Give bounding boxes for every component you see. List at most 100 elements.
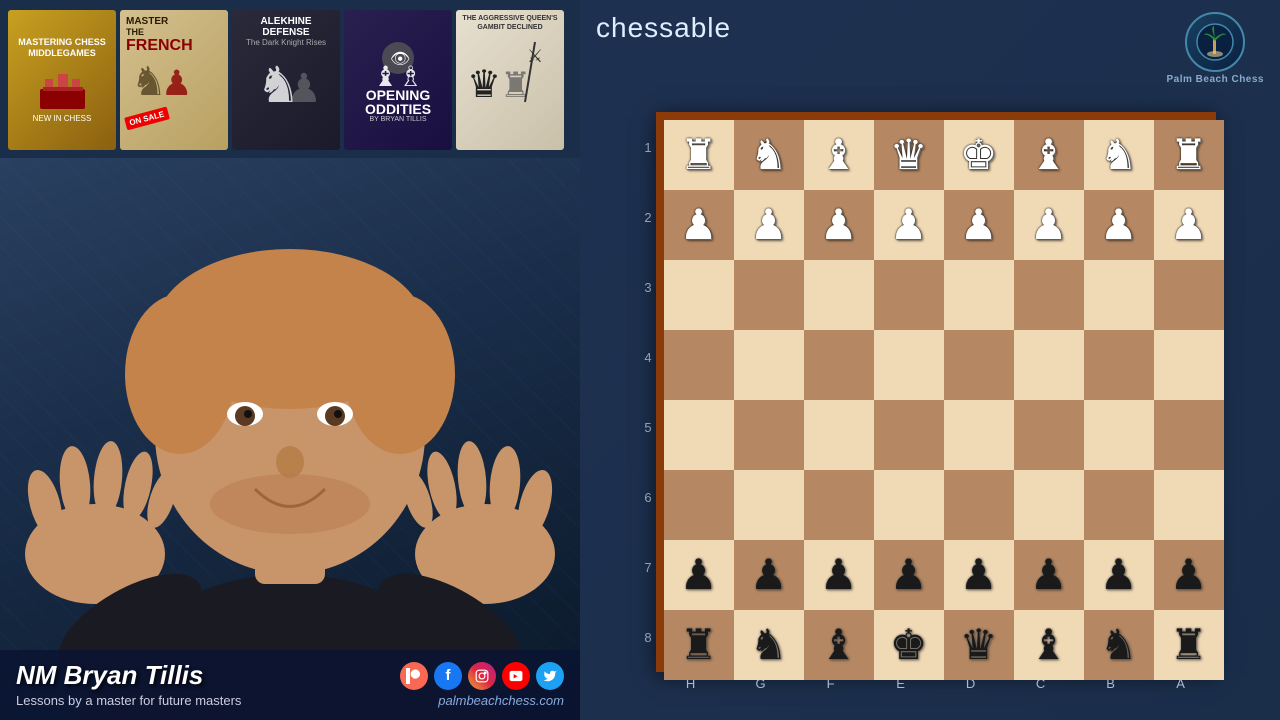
square-r5c8[interactable]: [1154, 400, 1224, 470]
twitter-icon[interactable]: [536, 662, 564, 690]
palm-beach-logo: Palm Beach Chess: [1167, 12, 1265, 85]
square-r5c3[interactable]: [804, 400, 874, 470]
patreon-icon[interactable]: [400, 662, 428, 690]
square-r4c3[interactable]: [804, 330, 874, 400]
square-r3c8[interactable]: [1154, 260, 1224, 330]
square-r6c5[interactable]: [944, 470, 1014, 540]
square-r7c4[interactable]: ♟: [874, 540, 944, 610]
palm-beach-circle: [1185, 12, 1245, 72]
square-r6c2[interactable]: [734, 470, 804, 540]
square-r4c5[interactable]: [944, 330, 1014, 400]
square-r1c7[interactable]: ♞: [1084, 120, 1154, 190]
square-r1c1[interactable]: ♜: [664, 120, 734, 190]
piece-r2c1: ♟: [680, 204, 718, 246]
palm-beach-text: Palm Beach Chess: [1167, 74, 1265, 85]
book-thumb-2[interactable]: MASTER THE FRENCH ♞ ♟ ON SALE: [120, 10, 228, 150]
square-r3c4[interactable]: [874, 260, 944, 330]
square-r3c3[interactable]: [804, 260, 874, 330]
square-r4c6[interactable]: [1014, 330, 1084, 400]
rank-label-4: 4: [644, 322, 651, 392]
palm-tree-icon: [1196, 23, 1234, 61]
square-r5c6[interactable]: [1014, 400, 1084, 470]
square-r6c8[interactable]: [1154, 470, 1224, 540]
square-r7c2[interactable]: ♟: [734, 540, 804, 610]
square-r3c1[interactable]: [664, 260, 734, 330]
square-r5c2[interactable]: [734, 400, 804, 470]
square-r2c1[interactable]: ♟: [664, 190, 734, 260]
square-r6c6[interactable]: [1014, 470, 1084, 540]
square-r2c7[interactable]: ♟: [1084, 190, 1154, 260]
book3-title: ALEKHINE DEFENSE: [238, 16, 334, 38]
lower-third-row1: NM Bryan Tillis f: [16, 660, 564, 691]
book2-the: THE: [126, 27, 144, 37]
square-r6c1[interactable]: [664, 470, 734, 540]
on-sale-badge: ON SALE: [124, 107, 169, 131]
piece-r8c6: ♝: [1030, 624, 1068, 666]
square-r3c5[interactable]: [944, 260, 1014, 330]
square-r8c5[interactable]: ♛: [944, 610, 1014, 680]
rank-labels: 1 2 3 4 5 6 7 8: [644, 112, 655, 672]
chess-board-wrapper: 1 2 3 4 5 6 7 8 ♜♞♝♛♚♝♞♜♟♟♟♟♟♟♟♟♟♟♟♟♟♟♟♟…: [644, 112, 1215, 691]
square-r5c4[interactable]: [874, 400, 944, 470]
piece-r1c5: ♚: [960, 134, 998, 176]
piece-r1c4: ♛: [890, 134, 928, 176]
square-r5c5[interactable]: [944, 400, 1014, 470]
book1-chess-icon: [35, 59, 90, 114]
book-thumb-3[interactable]: ALEKHINE DEFENSE The Dark Knight Rises ♞…: [232, 10, 340, 150]
square-r3c2[interactable]: [734, 260, 804, 330]
square-r8c3[interactable]: ♝: [804, 610, 874, 680]
square-r2c3[interactable]: ♟: [804, 190, 874, 260]
square-r1c8[interactable]: ♜: [1154, 120, 1224, 190]
chess-board[interactable]: ♜♞♝♛♚♝♞♜♟♟♟♟♟♟♟♟♟♟♟♟♟♟♟♟♜♞♝♚♛♝♞♜: [656, 112, 1216, 672]
book-thumb-1[interactable]: MASTERING CHESS MIDDLEGAMES NEW IN CHESS: [8, 10, 116, 150]
piece-r2c5: ♟: [960, 204, 998, 246]
square-r8c6[interactable]: ♝: [1014, 610, 1084, 680]
square-r4c8[interactable]: [1154, 330, 1224, 400]
square-r5c1[interactable]: [664, 400, 734, 470]
square-r1c3[interactable]: ♝: [804, 120, 874, 190]
svg-text:♛: ♛: [467, 64, 501, 106]
square-r1c4[interactable]: ♛: [874, 120, 944, 190]
square-r4c7[interactable]: [1084, 330, 1154, 400]
square-r4c2[interactable]: [734, 330, 804, 400]
svg-text:♟: ♟: [286, 67, 322, 111]
square-r8c2[interactable]: ♞: [734, 610, 804, 680]
youtube-icon[interactable]: [502, 662, 530, 690]
piece-r1c2: ♞: [750, 134, 788, 176]
facebook-icon[interactable]: f: [434, 662, 462, 690]
square-r6c7[interactable]: [1084, 470, 1154, 540]
square-r6c4[interactable]: [874, 470, 944, 540]
square-r6c3[interactable]: [804, 470, 874, 540]
book-thumb-5[interactable]: THE AGGRESSIVE QUEEN'S GAMBIT DECLINED ♛…: [456, 10, 564, 150]
square-r8c1[interactable]: ♜: [664, 610, 734, 680]
square-r4c1[interactable]: [664, 330, 734, 400]
square-r2c6[interactable]: ♟: [1014, 190, 1084, 260]
piece-r2c3: ♟: [820, 204, 858, 246]
square-r8c4[interactable]: ♚: [874, 610, 944, 680]
square-r3c6[interactable]: [1014, 260, 1084, 330]
book3-subtitle: The Dark Knight Rises: [246, 38, 326, 47]
square-r4c4[interactable]: [874, 330, 944, 400]
square-r5c7[interactable]: [1084, 400, 1154, 470]
square-r7c8[interactable]: ♟: [1154, 540, 1224, 610]
book2-master: MASTER: [126, 16, 168, 27]
svg-text:♟: ♟: [161, 64, 192, 103]
square-r7c1[interactable]: ♟: [664, 540, 734, 610]
square-r3c7[interactable]: [1084, 260, 1154, 330]
square-r7c3[interactable]: ♟: [804, 540, 874, 610]
square-r2c2[interactable]: ♟: [734, 190, 804, 260]
square-r1c6[interactable]: ♝: [1014, 120, 1084, 190]
square-r7c5[interactable]: ♟: [944, 540, 1014, 610]
square-r8c8[interactable]: ♜: [1154, 610, 1224, 680]
book-thumb-4[interactable]: 👁 ♝♗ OPENING ODDITIES BY BRYAN TILLIS: [344, 10, 452, 150]
square-r2c4[interactable]: ♟: [874, 190, 944, 260]
square-r8c7[interactable]: ♞: [1084, 610, 1154, 680]
instagram-icon[interactable]: [468, 662, 496, 690]
square-r2c8[interactable]: ♟: [1154, 190, 1224, 260]
square-r7c7[interactable]: ♟: [1084, 540, 1154, 610]
square-r1c2[interactable]: ♞: [734, 120, 804, 190]
square-r1c5[interactable]: ♚: [944, 120, 1014, 190]
square-r7c6[interactable]: ♟: [1014, 540, 1084, 610]
square-r2c5[interactable]: ♟: [944, 190, 1014, 260]
piece-r7c4: ♟: [890, 554, 928, 596]
